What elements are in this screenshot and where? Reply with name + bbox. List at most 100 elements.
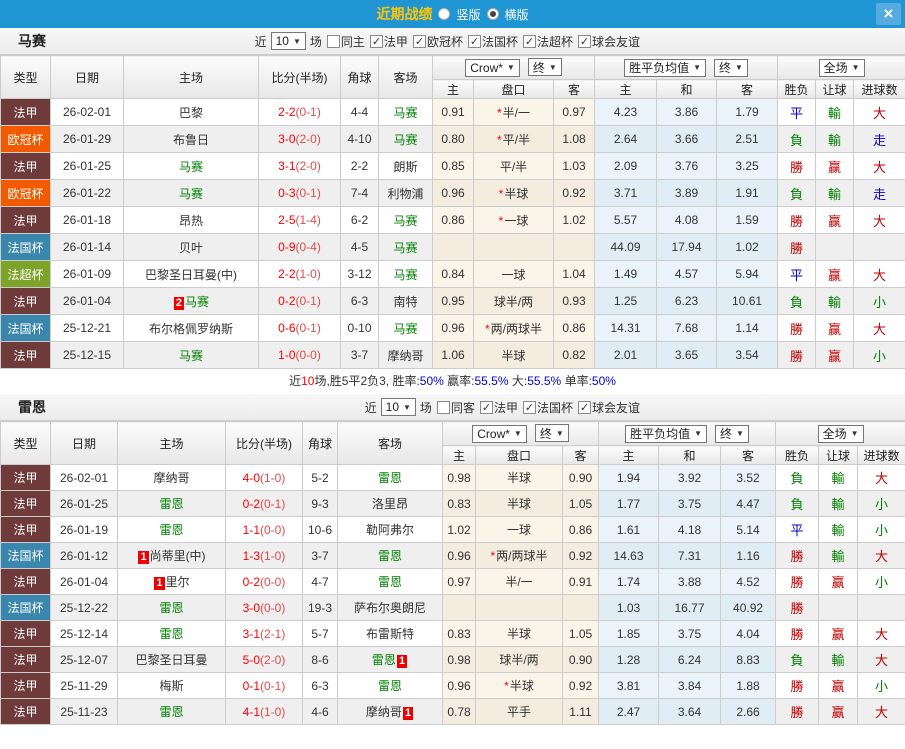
goals-outcome <box>857 594 905 621</box>
league-badge: 法甲 <box>0 620 51 647</box>
team-label: 巴黎圣日耳曼(中) <box>145 267 237 282</box>
handicap-line: *两/两球半 <box>475 542 563 569</box>
league-filter-checkbox[interactable] <box>467 34 481 48</box>
vertical-radio-label[interactable]: 竖版 <box>456 6 480 23</box>
match-date: 26-01-22 <box>50 179 124 207</box>
match-date: 26-01-04 <box>50 287 124 315</box>
summary-part: 55.5% <box>527 374 562 388</box>
league-filter-checkbox[interactable] <box>577 34 591 48</box>
team-label: 摩纳哥 <box>153 471 190 485</box>
close-button[interactable]: × <box>876 3 901 25</box>
goals-outcome <box>853 233 905 261</box>
handicap-outcome: 赢 <box>815 341 855 369</box>
avg-away: 4.04 <box>720 620 777 647</box>
col-subheader: 盘口 <box>475 445 563 465</box>
avg-stage-select[interactable]: 终 ▼ <box>714 58 748 77</box>
away-team: 雷恩 <box>337 464 443 491</box>
avg-draw: 6.23 <box>656 287 718 315</box>
result-outcome: 勝 <box>777 152 817 180</box>
corners: 4-4 <box>340 98 379 126</box>
score: 0-2(0-1) <box>258 287 341 315</box>
league-filter-label: 球会友谊 <box>591 400 640 415</box>
panel-title: 近期战绩 <box>376 6 433 22</box>
away-odds: 0.86 <box>552 314 596 342</box>
avg-away: 10.61 <box>716 287 779 315</box>
games-count-select[interactable]: 10 ▼ <box>270 32 306 50</box>
avg-home: 1.77 <box>598 490 660 517</box>
horizontal-radio[interactable] <box>486 8 499 20</box>
league-badge: 法甲 <box>0 152 51 180</box>
avg-draw: 3.84 <box>658 672 722 699</box>
odds-company-select[interactable]: Crow* ▼ <box>472 424 527 443</box>
avg-away: 1.91 <box>716 179 779 207</box>
league-filter-checkbox[interactable] <box>577 400 591 414</box>
league-filter-checkbox[interactable] <box>522 400 536 414</box>
league-badge: 法甲 <box>0 568 51 595</box>
result-outcome: 負 <box>777 287 817 315</box>
vertical-radio[interactable] <box>438 8 451 20</box>
corners: 5-2 <box>302 464 338 491</box>
league-filter-checkbox[interactable] <box>522 34 536 48</box>
summary-part: 55.5% <box>474 374 509 388</box>
team-label: 马赛 <box>178 159 203 174</box>
away-odds: 0.93 <box>552 287 596 315</box>
league-filter-checkbox[interactable] <box>412 34 426 48</box>
avg-select[interactable]: 胜平负均值 ▼ <box>624 58 707 77</box>
horizontal-radio-label[interactable]: 横版 <box>505 6 529 23</box>
odds-stage-select[interactable]: 终 ▼ <box>534 424 569 443</box>
avg-away: 4.47 <box>720 490 777 517</box>
away-odds: 0.97 <box>552 98 596 126</box>
goals-outcome: 大 <box>857 698 905 725</box>
team-label: 雷恩 <box>377 575 402 589</box>
odds-stage-select[interactable]: 终 ▼ <box>527 58 562 77</box>
home-team: 雷恩 <box>117 516 226 543</box>
avg-home: 1.94 <box>598 464 660 491</box>
col-subheader: 主 <box>432 79 474 99</box>
team-label: 布鲁日 <box>172 132 209 147</box>
handicap-line: *两/两球半 <box>473 314 554 342</box>
handicap-line: 一球 <box>475 516 563 543</box>
league-badge: 法国杯 <box>0 314 51 342</box>
scope-select[interactable]: 全场 ▼ <box>818 58 865 77</box>
same-venue-checkbox[interactable] <box>436 400 450 414</box>
avg-group-header: 胜平负均值 ▼ 终 ▼ <box>594 55 779 80</box>
match-row: 法甲 26-01-19 雷恩 1-1(0-0) 10-6 勒阿弗尔 1.02 一球 0.86 1.… <box>0 516 905 543</box>
league-filter-checkbox[interactable] <box>369 34 383 48</box>
col-header: 主场 <box>117 421 226 465</box>
corners: 4-6 <box>302 698 338 725</box>
goals-outcome: 小 <box>857 516 905 543</box>
scope-select[interactable]: 全场 ▼ <box>817 424 864 443</box>
avg-away: 1.59 <box>716 206 779 234</box>
summary-part: 赢率: <box>443 374 475 388</box>
team-label: 马赛 <box>393 321 418 336</box>
score: 5-0(2-0) <box>225 646 303 673</box>
corners: 3-12 <box>340 260 379 288</box>
same-venue-checkbox[interactable] <box>326 34 340 48</box>
avg-home: 1.28 <box>598 646 660 673</box>
match-date: 26-01-19 <box>50 516 118 543</box>
match-date: 25-12-22 <box>50 594 118 621</box>
home-team: 巴黎圣日耳曼 <box>117 646 226 673</box>
avg-stage-select[interactable]: 终 ▼ <box>715 424 749 443</box>
league-badge: 法国杯 <box>0 594 51 621</box>
avg-home: 2.01 <box>594 341 658 369</box>
odds-company-select[interactable]: Crow* ▼ <box>465 58 520 77</box>
team-label: 贝叶 <box>178 240 203 255</box>
league-filter-checkbox[interactable] <box>479 400 493 414</box>
avg-select[interactable]: 胜平负均值 ▼ <box>625 424 708 443</box>
result-outcome: 負 <box>775 464 820 491</box>
team-label: 利物浦 <box>387 186 424 201</box>
col-subheader: 和 <box>658 445 722 465</box>
handicap-outcome: 輸 <box>815 287 855 315</box>
col-subheader: 客 <box>720 445 777 465</box>
games-count-select[interactable]: 10 ▼ <box>380 398 416 416</box>
handicap-outcome: 輸 <box>818 646 859 673</box>
handicap-line: *半球 <box>473 179 554 207</box>
dropdown-arrow-icon: ▼ <box>850 429 859 438</box>
home-odds: 0.96 <box>442 542 476 569</box>
match-row: 法甲 26-01-04 2 马赛 0-2(0-1) 6-3 南特 0.95 球半/两 0.93 1.… <box>0 287 905 315</box>
league-badge: 法国杯 <box>0 233 51 261</box>
team-label: 雷恩 <box>377 679 402 693</box>
away-odds: 0.92 <box>561 542 600 569</box>
league-filter-label: 法甲 <box>383 34 408 49</box>
